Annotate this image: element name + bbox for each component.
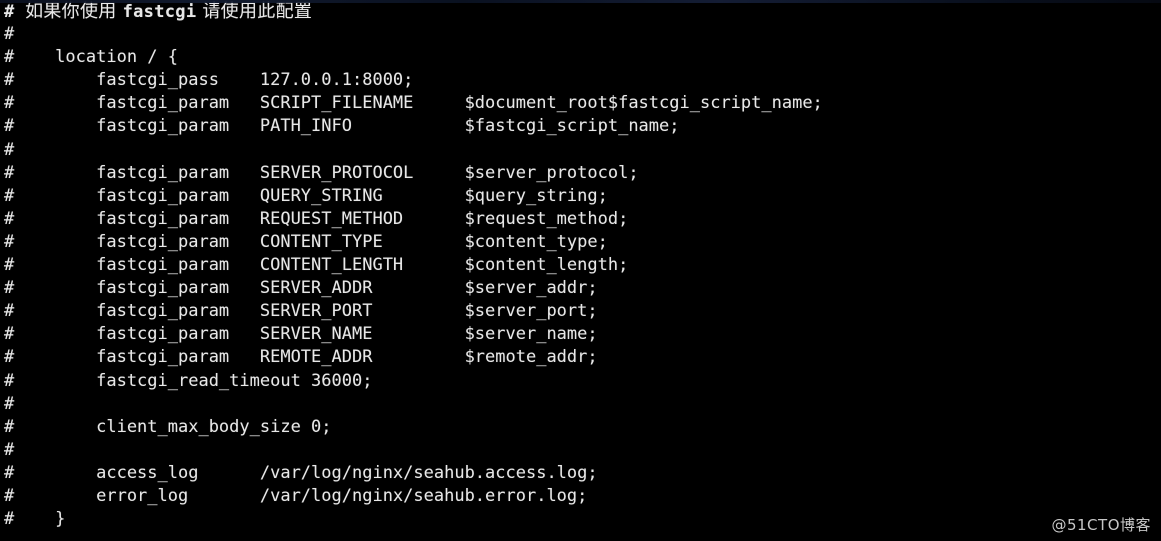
code-line: # fastcgi_param QUERY_STRING $query_stri… — [4, 185, 608, 206]
code-line: # — [4, 24, 15, 45]
code-line: # fastcgi_param SCRIPT_FILENAME $documen… — [4, 93, 823, 114]
code-line: # fastcgi_param SERVER_ADDR $server_addr… — [4, 278, 598, 299]
code-line: # fastcgi_pass 127.0.0.1:8000; — [4, 70, 414, 91]
code-line: # error_log /var/log/nginx/seahub.error.… — [4, 485, 588, 506]
code-line: # — [4, 439, 15, 460]
code-line: # fastcgi_param CONTENT_TYPE $content_ty… — [4, 231, 608, 252]
code-line: # fastcgi_read_timeout 36000; — [4, 370, 373, 391]
code-line: # fastcgi_param CONTENT_LENGTH $content_… — [4, 255, 629, 276]
cjk-text-trailing: 请使用此配置 — [196, 1, 313, 22]
code-line: # fastcgi_param SERVER_PORT $server_port… — [4, 301, 598, 322]
config-code-block[interactable]: # 如果你使用 fastcgi 请使用此配置 # # location / {# f… — [0, 0, 1161, 531]
code-line: # 如果你使用 fastcgi 请使用此配置 — [0, 0, 1161, 23]
code-line: # — [4, 393, 15, 414]
code-line: # client_max_body_size 0; — [4, 416, 332, 437]
code-line: # access_log /var/log/nginx/seahub.acces… — [4, 462, 598, 483]
code-line: # fastcgi_param PATH_INFO $fastcgi_scrip… — [4, 116, 680, 137]
comment-hash: # — [4, 2, 26, 22]
code-line: # — [4, 139, 15, 160]
keyword-fastcgi: fastcgi — [122, 2, 197, 22]
code-line: # fastcgi_param REQUEST_METHOD $request_… — [4, 208, 629, 229]
terminal-viewport[interactable]: # 如果你使用 fastcgi 请使用此配置 # # location / {# f… — [0, 0, 1161, 541]
site-watermark: @51CTO博客 — [1051, 516, 1151, 534]
code-line: # location / { — [4, 47, 178, 68]
code-line: # fastcgi_param SERVER_PROTOCOL $server_… — [4, 162, 639, 183]
code-line: # fastcgi_param REMOTE_ADDR $remote_addr… — [4, 347, 598, 368]
code-line: # fastcgi_param SERVER_NAME $server_name… — [4, 324, 598, 345]
cjk-text-leading: 如果你使用 — [25, 1, 123, 22]
code-line: # } — [4, 509, 66, 530]
